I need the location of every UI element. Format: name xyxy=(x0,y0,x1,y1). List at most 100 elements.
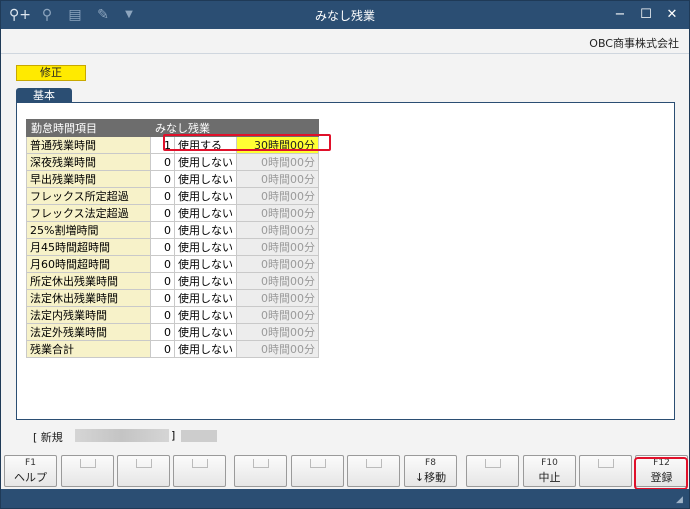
row-time[interactable]: 0時間00分 xyxy=(236,323,319,341)
row-name: 法定内残業時間 xyxy=(26,306,151,324)
fkey-code xyxy=(135,459,152,468)
row-time[interactable]: 0時間00分 xyxy=(236,289,319,307)
fkey-code: F12 xyxy=(653,458,670,468)
fkey-code xyxy=(191,459,208,468)
table-row[interactable]: フレックス所定超過 0 使用しない 0時間00分 xyxy=(26,187,319,205)
row-code[interactable]: 0 xyxy=(150,306,175,324)
fkey-empty-button[interactable] xyxy=(173,455,226,487)
header-minashi: みなし残業 xyxy=(150,119,319,137)
row-name: 25%割増時間 xyxy=(26,221,151,239)
row-use[interactable]: 使用しない xyxy=(174,306,237,324)
fkey-empty-button[interactable] xyxy=(466,455,519,487)
row-code[interactable]: 0 xyxy=(150,323,175,341)
resize-grip-icon[interactable]: ◢ xyxy=(676,495,686,505)
fkey-empty-button[interactable] xyxy=(579,455,632,487)
row-code[interactable]: 0 xyxy=(150,255,175,273)
row-use[interactable]: 使用しない xyxy=(174,204,237,222)
redacted-field-2 xyxy=(181,430,217,442)
row-use[interactable]: 使用しない xyxy=(174,340,237,358)
row-time[interactable]: 0時間00分 xyxy=(236,187,319,205)
fkey-f10-button[interactable]: F10 中止 xyxy=(523,455,576,487)
function-key-bar: F1 ヘルプ F8 ↓移動 F10 中止 F12 登録 xyxy=(1,455,689,487)
row-use[interactable]: 使用しない xyxy=(174,170,237,188)
row-time[interactable]: 0時間00分 xyxy=(236,221,319,239)
row-code[interactable]: 1 xyxy=(150,136,175,154)
row-use[interactable]: 使用しない xyxy=(174,255,237,273)
row-time[interactable]: 0時間00分 xyxy=(236,153,319,171)
row-code[interactable]: 0 xyxy=(150,238,175,256)
fkey-label: 登録 xyxy=(650,471,673,484)
status-bracket: ] xyxy=(171,429,176,442)
close-button[interactable]: ✕ xyxy=(659,5,685,25)
row-name: 深夜残業時間 xyxy=(26,153,151,171)
maximize-button[interactable]: ☐ xyxy=(633,5,659,25)
table-row[interactable]: フレックス法定超過 0 使用しない 0時間00分 xyxy=(26,204,319,222)
row-code[interactable]: 0 xyxy=(150,153,175,171)
row-code[interactable]: 0 xyxy=(150,187,175,205)
row-use[interactable]: 使用しない xyxy=(174,323,237,341)
row-code[interactable]: 0 xyxy=(150,170,175,188)
row-use[interactable]: 使用する xyxy=(174,136,237,154)
row-time[interactable]: 0時間00分 xyxy=(236,170,319,188)
fkey-code: F8 xyxy=(425,458,436,468)
fkey-code xyxy=(79,459,96,468)
table-row[interactable]: 法定内残業時間 0 使用しない 0時間00分 xyxy=(26,306,319,324)
window-title: みなし残業 xyxy=(314,9,375,23)
table-row[interactable]: 早出残業時間 0 使用しない 0時間00分 xyxy=(26,170,319,188)
table-row[interactable]: 法定外残業時間 0 使用しない 0時間00分 xyxy=(26,323,319,341)
row-code[interactable]: 0 xyxy=(150,340,175,358)
fkey-code xyxy=(252,459,269,468)
fkey-label: 中止 xyxy=(538,471,561,484)
row-name: フレックス所定超過 xyxy=(26,187,151,205)
fkey-label: ↓移動 xyxy=(414,471,447,484)
table-row[interactable]: 25%割増時間 0 使用しない 0時間00分 xyxy=(26,221,319,239)
row-name: 残業合計 xyxy=(26,340,151,358)
fkey-empty-button[interactable] xyxy=(61,455,114,487)
table-row[interactable]: 所定休出残業時間 0 使用しない 0時間00分 xyxy=(26,272,319,290)
redacted-field xyxy=(75,429,169,442)
fkey-code: F10 xyxy=(541,458,558,468)
overtime-table: 勤怠時間項目 みなし残業 普通残業時間 1 使用する 30時間00分 深夜残業時間 0 使用… xyxy=(26,119,319,358)
row-use[interactable]: 使用しない xyxy=(174,221,237,239)
fkey-code xyxy=(484,459,501,468)
fkey-code xyxy=(365,459,382,468)
table-row[interactable]: 法定休出残業時間 0 使用しない 0時間00分 xyxy=(26,289,319,307)
fkey-f1-button[interactable]: F1 ヘルプ xyxy=(4,455,57,487)
row-use[interactable]: 使用しない xyxy=(174,153,237,171)
row-use[interactable]: 使用しない xyxy=(174,289,237,307)
minimize-button[interactable]: − xyxy=(607,5,633,25)
row-time[interactable]: 0時間00分 xyxy=(236,340,319,358)
table-row[interactable]: 普通残業時間 1 使用する 30時間00分 xyxy=(26,136,319,154)
fkey-empty-button[interactable] xyxy=(291,455,344,487)
row-use[interactable]: 使用しない xyxy=(174,238,237,256)
row-name: フレックス法定超過 xyxy=(26,204,151,222)
table-row[interactable]: 残業合計 0 使用しない 0時間00分 xyxy=(26,340,319,358)
row-time[interactable]: 0時間00分 xyxy=(236,204,319,222)
fkey-empty-button[interactable] xyxy=(234,455,287,487)
row-code[interactable]: 0 xyxy=(150,289,175,307)
title-bar: ⚲+ ⚲ ▤ ✎ ▼ みなし残業 − ☐ ✕ xyxy=(1,1,689,29)
row-time[interactable]: 0時間00分 xyxy=(236,306,319,324)
header-divider xyxy=(1,53,689,54)
row-code[interactable]: 0 xyxy=(150,221,175,239)
table-row[interactable]: 深夜残業時間 0 使用しない 0時間00分 xyxy=(26,153,319,171)
row-time[interactable]: 0時間00分 xyxy=(236,255,319,273)
row-code[interactable]: 0 xyxy=(150,272,175,290)
row-time[interactable]: 30時間00分 xyxy=(236,136,319,154)
row-time[interactable]: 0時間00分 xyxy=(236,272,319,290)
main-panel: 勤怠時間項目 みなし残業 普通残業時間 1 使用する 30時間00分 深夜残業時間 0 使用… xyxy=(16,102,675,420)
row-time[interactable]: 0時間00分 xyxy=(236,238,319,256)
table-row[interactable]: 月60時間超時間 0 使用しない 0時間00分 xyxy=(26,255,319,273)
fkey-label: ヘルプ xyxy=(14,471,47,484)
row-code[interactable]: 0 xyxy=(150,204,175,222)
tab-basic[interactable]: 基本 xyxy=(16,88,72,103)
row-use[interactable]: 使用しない xyxy=(174,272,237,290)
fkey-f12-button[interactable]: F12 登録 xyxy=(635,455,688,487)
fkey-empty-button[interactable] xyxy=(117,455,170,487)
row-name: 所定休出残業時間 xyxy=(26,272,151,290)
row-name: 月45時間超時間 xyxy=(26,238,151,256)
fkey-empty-button[interactable] xyxy=(347,455,400,487)
table-row[interactable]: 月45時間超時間 0 使用しない 0時間00分 xyxy=(26,238,319,256)
row-use[interactable]: 使用しない xyxy=(174,187,237,205)
fkey-f8-button[interactable]: F8 ↓移動 xyxy=(404,455,457,487)
